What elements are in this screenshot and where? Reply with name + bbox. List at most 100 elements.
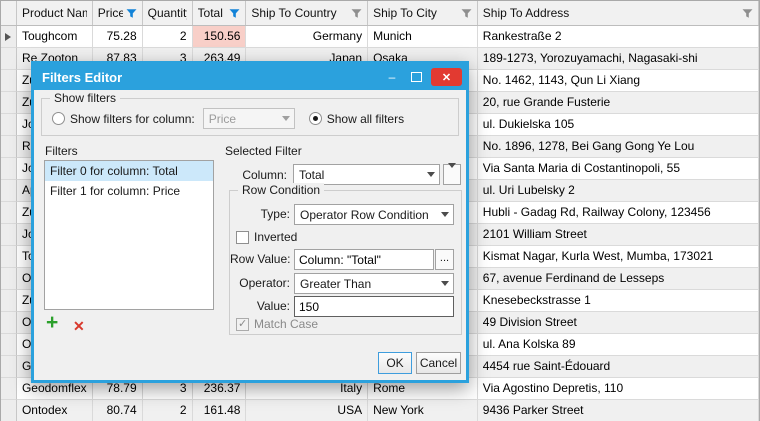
column-header-quantity[interactable]: Quantity: [143, 1, 193, 25]
row-indicator: [1, 92, 17, 114]
match-case-checkbox: [236, 318, 249, 331]
cell-ship-to-address: Kismat Nagar, Kurla West, Mumba, 173021: [478, 246, 759, 268]
cell-price: 75.28: [93, 26, 143, 48]
filter-column-combo: Price: [203, 108, 295, 129]
dialog-title: Filters Editor: [42, 70, 122, 85]
filter-funnel-icon[interactable]: [226, 8, 240, 19]
chevron-down-icon: [448, 168, 456, 182]
cell-ship-to-address: 2101 William Street: [478, 224, 759, 246]
filter-funnel-icon[interactable]: [348, 8, 362, 19]
column-header-price[interactable]: Price: [93, 1, 143, 25]
close-icon: ✕: [442, 71, 451, 84]
dialog-titlebar[interactable]: Filters Editor – ✕: [34, 64, 466, 90]
row-value-browse-button[interactable]: ...: [435, 249, 454, 270]
ok-button[interactable]: OK: [378, 352, 412, 374]
cell-ship-to-city: New York: [368, 400, 478, 421]
row-value-label: Row Value:: [230, 252, 290, 266]
cell-total: 161.48: [193, 400, 247, 421]
table-row[interactable]: Toughcom75.282150.56GermanyMunichRankest…: [1, 26, 759, 48]
show-filters-for-column-radio[interactable]: [52, 112, 65, 125]
show-all-filters-radio[interactable]: [309, 112, 322, 125]
cancel-button[interactable]: Cancel: [416, 352, 461, 374]
column-header-total[interactable]: Total: [193, 1, 247, 25]
value-label: Value:: [234, 299, 290, 313]
type-label: Type:: [234, 207, 290, 221]
inverted-option[interactable]: Inverted: [236, 230, 297, 244]
chevron-down-icon: [423, 172, 439, 177]
column-header-label: Ship To City: [373, 6, 437, 20]
row-indicator: [1, 246, 17, 268]
column-combo[interactable]: Total: [293, 164, 440, 185]
inverted-checkbox[interactable]: [236, 231, 249, 244]
cell-ship-to-address: No. 1896, 1278, Bei Gang Gong Ye Lou: [478, 136, 759, 158]
chevron-down-icon: [278, 116, 294, 121]
filter-funnel-icon[interactable]: [739, 8, 753, 19]
filter-funnel-icon[interactable]: [123, 8, 137, 19]
row-value-input[interactable]: [294, 249, 434, 270]
row-indicator: [1, 400, 17, 421]
row-indicator: [1, 70, 17, 92]
cell-ship-to-address: 67, avenue Ferdinand de Lesseps: [478, 268, 759, 290]
column-options-dropdown-button[interactable]: [443, 164, 461, 185]
cell-ship-to-address: Via Santa Maria di Costantinopoli, 55: [478, 158, 759, 180]
cell-ship-to-country: Germany: [246, 26, 368, 48]
row-indicator: [1, 312, 17, 334]
add-filter-button[interactable]: +: [46, 314, 58, 332]
cell-ship-to-address: 4454 rue Saint-Édouard: [478, 356, 759, 378]
operator-combo[interactable]: Greater Than: [294, 273, 454, 294]
column-header-label: Ship To Address: [483, 6, 570, 20]
chevron-down-icon: [437, 212, 453, 217]
cell-total: 150.56: [193, 26, 247, 48]
value-input[interactable]: [294, 296, 454, 317]
cell-ship-to-address: No. 1462, 1143, Qun Li Xiang: [478, 70, 759, 92]
filters-listbox[interactable]: Filter 0 for column: TotalFilter 1 for c…: [44, 160, 214, 310]
column-header-ship-to-city[interactable]: Ship To City: [368, 1, 478, 25]
filter-column-combo-value: Price: [209, 112, 278, 126]
row-indicator: [1, 26, 17, 48]
column-header-ship-to-address[interactable]: Ship To Address: [478, 1, 759, 25]
cell-ship-to-address: Rankestraße 2: [478, 26, 759, 48]
delete-x-icon: ✕: [73, 318, 85, 334]
maximize-button[interactable]: [404, 64, 428, 90]
cell-ship-to-address: ul. Dukielska 105: [478, 114, 759, 136]
table-row[interactable]: Ontodex80.742161.48USANew York9436 Parke…: [1, 400, 759, 421]
cell-ship-to-address: 49 Division Street: [478, 312, 759, 334]
cell-ship-to-address: 189-1273, Yorozuyamachi, Nagasaki-shi: [478, 48, 759, 70]
filter-list-item[interactable]: Filter 0 for column: Total: [45, 161, 213, 181]
row-indicator: [1, 158, 17, 180]
row-indicator: [1, 290, 17, 312]
filter-funnel-icon[interactable]: [458, 8, 472, 19]
grid-header-row: Product NamePrice Quantity Total Ship To Co…: [1, 1, 759, 26]
filters-editor-dialog: Filters Editor – ✕ Show filters Show fil…: [31, 61, 469, 383]
close-button[interactable]: ✕: [431, 68, 462, 86]
window-buttons: – ✕: [380, 64, 466, 90]
minimize-icon: –: [389, 70, 396, 84]
cell-ship-to-address: ul. Ana Kolska 89: [478, 334, 759, 356]
show-filters-group-label: Show filters: [50, 91, 120, 105]
remove-filter-button[interactable]: ✕: [73, 318, 85, 335]
column-header-product-name[interactable]: Product Name: [17, 1, 93, 25]
column-header-label: Quantity: [148, 6, 187, 20]
chevron-down-icon: [437, 281, 453, 286]
row-condition-group-label: Row Condition: [238, 183, 324, 197]
show-filters-groupbox: Show filters Show filters for column: Pr…: [41, 98, 459, 136]
cell-ship-to-address: ul. Uri Lubelsky 2: [478, 180, 759, 202]
row-indicator: [1, 334, 17, 356]
cell-ship-to-address: 9436 Parker Street: [478, 400, 759, 421]
show-all-filters-label: Show all filters: [327, 112, 404, 126]
row-indicator: [1, 202, 17, 224]
plus-icon: +: [46, 311, 58, 334]
row-indicator: [1, 224, 17, 246]
focused-row-marker: [5, 33, 11, 41]
minimize-button[interactable]: –: [380, 64, 404, 90]
column-combo-value: Total: [299, 168, 423, 182]
dialog-client-area: Show filters Show filters for column: Pr…: [34, 90, 466, 380]
type-combo[interactable]: Operator Row Condition: [294, 204, 454, 225]
column-label: Column:: [225, 168, 287, 182]
filter-list-item[interactable]: Filter 1 for column: Price: [45, 181, 213, 201]
column-header-label: Ship To Country: [251, 6, 336, 20]
row-indicator: [1, 180, 17, 202]
row-indicator: [1, 356, 17, 378]
column-header-ship-to-country[interactable]: Ship To Country: [246, 1, 368, 25]
cell-ship-to-city: Munich: [368, 26, 478, 48]
